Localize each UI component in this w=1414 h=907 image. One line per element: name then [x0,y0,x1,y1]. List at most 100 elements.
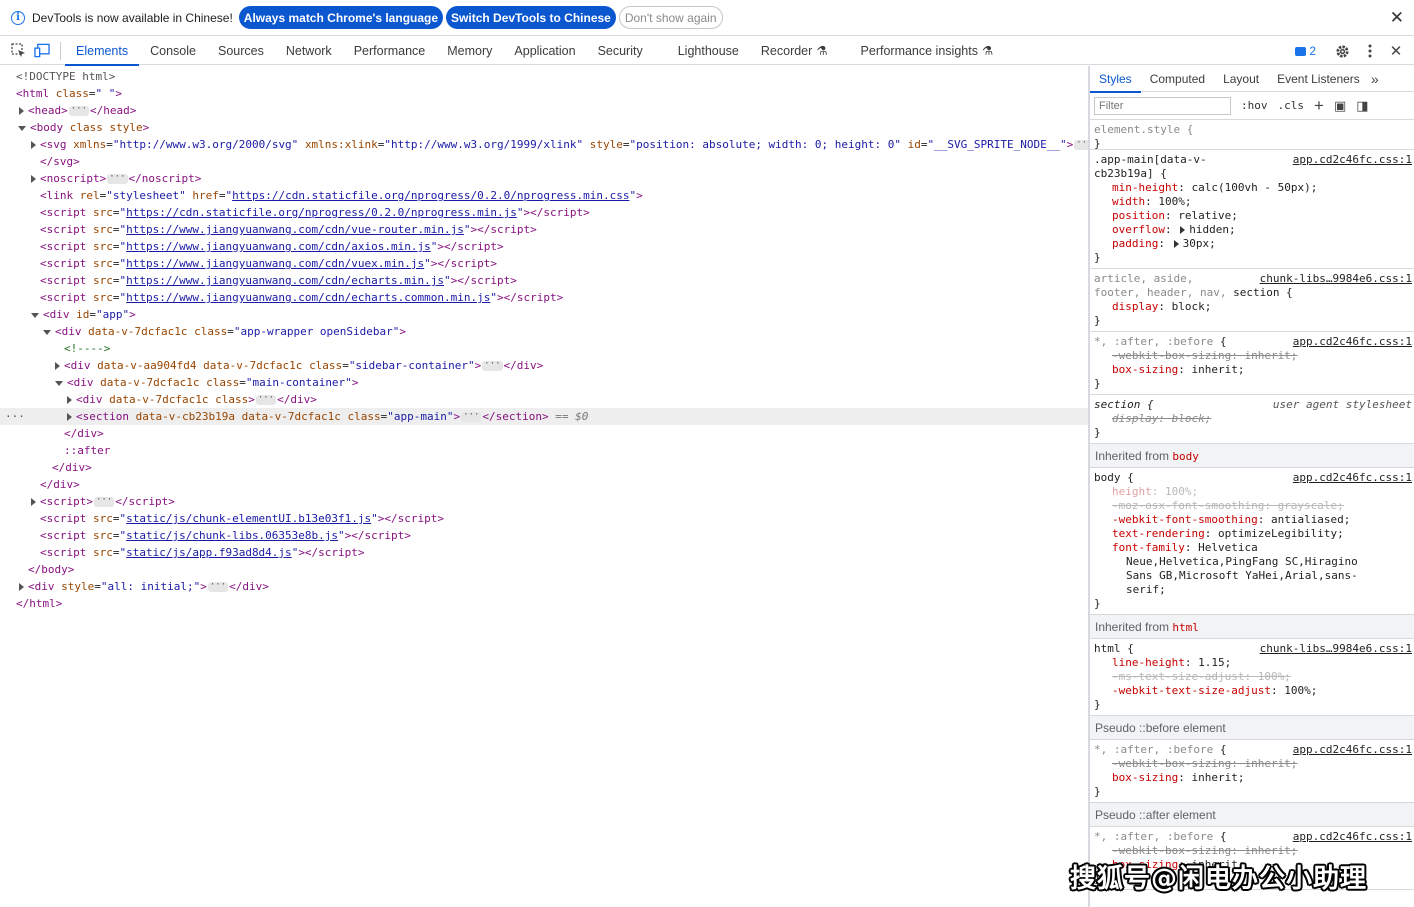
collapse-arrow-icon[interactable] [31,312,39,318]
expand-arrow-icon[interactable] [67,396,72,404]
dom-node[interactable]: <body class style> [0,119,1088,136]
hover-state-toggle[interactable]: :hov [1241,99,1268,112]
ellipsis-icon[interactable]: ··· [482,360,503,371]
more-tabs-chevron-icon[interactable]: » [1371,71,1379,87]
css-property[interactable]: text-rendering: optimizeLegibility; [1094,527,1414,541]
script-link[interactable]: https://www.jiangyuanwang.com/cdn/vue-ro… [126,223,464,236]
always-match-language-button[interactable]: Always match Chrome's language [238,6,444,29]
tab-event-listeners[interactable]: Event Listeners [1268,66,1369,92]
css-property-overridden[interactable]: -webkit-box-sizing: inherit; [1094,349,1414,363]
dom-node[interactable]: <noscript> ··· </noscript> [0,170,1088,187]
dont-show-again-button[interactable]: Don't show again [618,6,723,29]
dom-node[interactable]: </html> [0,595,1088,612]
css-property[interactable]: padding: 30px; [1094,237,1414,251]
script-link[interactable]: https://www.jiangyuanwang.com/cdn/vuex.m… [126,257,424,270]
tab-computed[interactable]: Computed [1141,66,1214,92]
css-property[interactable]: font-family: Helvetica [1094,541,1414,555]
device-toolbar-icon[interactable] [34,43,50,59]
tab-styles[interactable]: Styles [1090,66,1141,93]
script-link[interactable]: static/js/chunk-libs.06353e8b.js [126,529,338,542]
tab-memory[interactable]: Memory [436,37,503,65]
script-link[interactable]: https://www.jiangyuanwang.com/cdn/axios.… [126,240,431,253]
css-property[interactable]: position: relative; [1094,209,1414,223]
css-property[interactable]: min-height: calc(100vh - 50px); [1094,181,1414,195]
css-property-overridden[interactable]: -webkit-box-sizing: inherit; [1094,757,1414,771]
expand-arrow-icon[interactable] [19,107,24,115]
tab-console[interactable]: Console [139,37,207,65]
dom-node[interactable]: <svg xmlns="http://www.w3.org/2000/svg" … [0,136,1095,153]
dom-node[interactable]: <script> ··· </script> [0,493,1088,510]
collapse-arrow-icon[interactable] [55,380,63,386]
dom-node[interactable]: <script src="https://cdn.staticfile.org/… [0,204,1088,221]
close-devtools-icon[interactable]: ✕ [1388,43,1404,60]
source-link[interactable]: app.cd2c46fc.css:1 [1293,471,1412,484]
css-property-overridden[interactable]: -moz-osx-font-smoothing: grayscale; [1094,499,1414,513]
node-actions-icon[interactable]: ··· [5,408,25,425]
dom-node[interactable]: <div data-v-7dcfac1c class="app-wrapper … [0,323,1088,340]
expand-arrow-icon[interactable] [31,175,36,183]
issues-badge[interactable]: 2 [1295,44,1316,58]
source-link[interactable]: chunk-libs…9984e6.css:1 [1260,642,1412,655]
css-property[interactable]: box-sizing: inherit; [1094,771,1414,785]
dom-node[interactable]: <script src="https://www.jiangyuanwang.c… [0,255,1088,272]
script-link[interactable]: static/js/chunk-elementUI.b13e03f1.js [126,512,371,525]
expand-arrow-icon[interactable] [19,583,24,591]
selector-element-style[interactable]: element.style { [1094,123,1414,137]
dom-node-selected[interactable]: ··· <section data-v-cb23b19a data-v-7dcfa… [0,408,1088,425]
source-link[interactable]: app.cd2c46fc.css:1 [1293,153,1412,166]
css-property[interactable]: display: block; [1094,300,1414,314]
tab-layout[interactable]: Layout [1214,66,1268,92]
ellipsis-icon[interactable]: ··· [68,105,90,116]
dom-node[interactable]: <link rel="stylesheet" href="https://cdn… [0,187,1088,204]
css-property-overridden[interactable]: -webkit-box-sizing: inherit; [1094,844,1414,858]
dom-node[interactable]: <!DOCTYPE html> [0,68,1088,85]
expand-arrow-icon[interactable] [55,362,60,370]
dom-node[interactable]: <!----> [0,340,1088,357]
tab-performance-insights[interactable]: Performance insights ⚗ [839,37,1005,65]
dom-node[interactable]: <head> ··· </head> [0,102,1088,119]
inspect-element-icon[interactable] [10,43,26,59]
dom-node[interactable]: ::after [0,442,1088,459]
tab-performance[interactable]: Performance [343,37,437,65]
tab-network[interactable]: Network [275,37,343,65]
nprogress-css-link[interactable]: https://cdn.staticfile.org/nprogress/0.2… [232,189,629,202]
expand-arrow-icon[interactable] [67,413,72,421]
toggle-sidebar-icon[interactable]: ◨ [1356,98,1368,114]
dom-node[interactable]: <div data-v-7dcfac1c class="main-contain… [0,374,1088,391]
inherited-html-link[interactable]: html [1172,621,1199,634]
dom-node[interactable]: <script src="static/js/app.f93ad8d4.js">… [0,544,1088,561]
expand-shorthand-icon[interactable] [1173,240,1179,248]
settings-gear-icon[interactable] [1334,43,1350,59]
dom-node[interactable]: </div> [0,476,1088,493]
class-toggle[interactable]: .cls [1278,99,1305,112]
script-link[interactable]: static/js/app.f93ad8d4.js [126,546,292,559]
dom-node[interactable]: <script src="static/js/chunk-libs.06353e… [0,527,1088,544]
source-link[interactable]: chunk-libs…9984e6.css:1 [1260,272,1412,285]
source-link[interactable]: app.cd2c46fc.css:1 [1293,743,1412,756]
tab-sources[interactable]: Sources [207,37,275,65]
css-property[interactable]: line-height: 1.15; [1094,656,1414,670]
styles-filter-input[interactable] [1094,96,1231,115]
css-property-overridden[interactable]: -ms-text-size-adjust: 100%; [1094,670,1414,684]
dom-node[interactable]: <html class=" "> [0,85,1088,102]
tab-elements[interactable]: Elements [65,37,140,66]
dom-node[interactable]: <script src="https://www.jiangyuanwang.c… [0,238,1088,255]
css-property[interactable]: -webkit-text-size-adjust: 100%; [1094,684,1414,698]
expand-arrow-icon[interactable] [31,141,36,149]
source-link[interactable]: app.cd2c46fc.css:1 [1293,335,1412,348]
ellipsis-icon[interactable]: ··· [461,411,482,422]
dom-node[interactable]: <div style="all: initial;"> ··· </div> [0,578,1088,595]
tab-lighthouse[interactable]: Lighthouse [654,37,750,65]
css-property-inactive[interactable]: height: 100%; [1094,485,1414,499]
css-property[interactable]: box-sizing: inherit; [1094,363,1414,377]
script-link[interactable]: https://www.jiangyuanwang.com/cdn/echart… [126,291,490,304]
css-property[interactable]: overflow: hidden; [1094,223,1414,237]
dom-node[interactable]: <div data-v-7dcfac1c class> ··· </div> [0,391,1088,408]
dom-node[interactable]: <script src="https://www.jiangyuanwang.c… [0,221,1088,238]
dom-node[interactable]: <div id="app"> [0,306,1088,323]
script-link[interactable]: https://cdn.staticfile.org/nprogress/0.2… [126,206,517,219]
more-options-icon[interactable] [1362,43,1378,59]
collapse-arrow-icon[interactable] [18,125,26,131]
script-link[interactable]: https://www.jiangyuanwang.com/cdn/echart… [126,274,444,287]
tab-application[interactable]: Application [503,37,586,65]
